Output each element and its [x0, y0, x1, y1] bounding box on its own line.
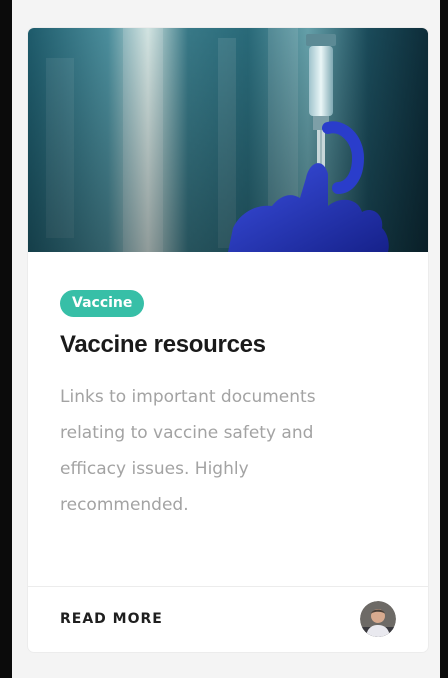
author-avatar[interactable]	[360, 601, 396, 637]
page-background: Vaccine Vaccine resources Links to impor…	[12, 0, 440, 678]
read-more-link[interactable]: READ MORE	[60, 611, 163, 627]
vaccine-syringe-image	[28, 28, 428, 252]
card-footer: READ MORE	[28, 586, 428, 652]
category-tag[interactable]: Vaccine	[60, 290, 145, 317]
person-icon	[360, 601, 396, 637]
article-card: Vaccine Vaccine resources Links to impor…	[28, 28, 428, 652]
card-title[interactable]: Vaccine resources	[60, 329, 400, 361]
card-description: Links to important documents relating to…	[60, 387, 316, 515]
card-image[interactable]	[28, 28, 428, 252]
